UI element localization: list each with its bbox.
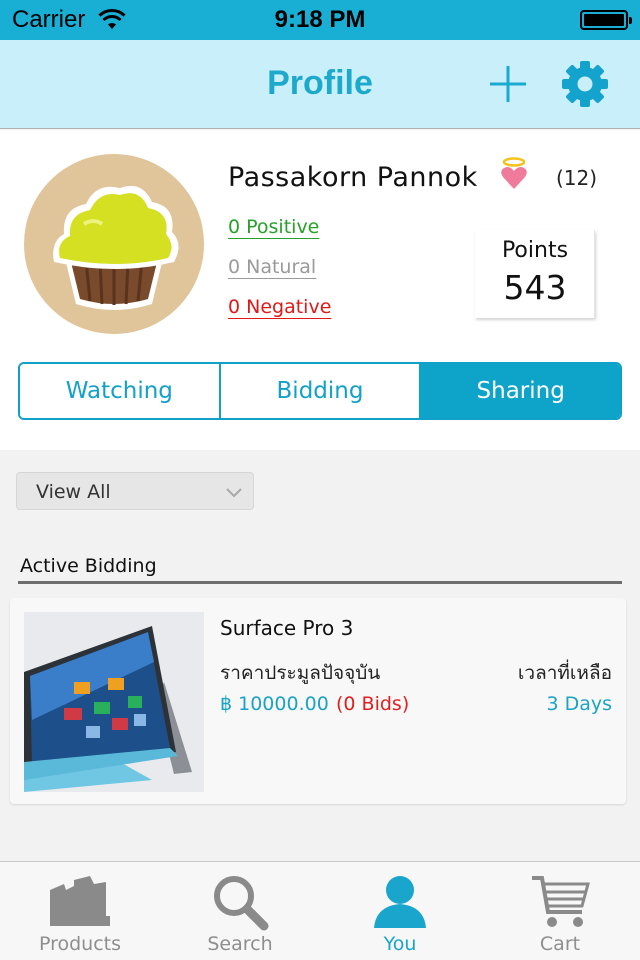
tab-label-search: Search <box>207 933 273 955</box>
user-icon <box>374 876 426 928</box>
time-left-label: เวลาที่เหลือ <box>517 662 612 684</box>
profile-panel: Passakorn Pannok (12) 0 Positive 0 Natur… <box>0 130 640 450</box>
chevron-down-icon <box>226 488 242 498</box>
segment-sharing[interactable]: Sharing <box>421 364 620 418</box>
battery-icon <box>580 10 632 30</box>
cart-icon <box>532 876 590 927</box>
bid-count: (0 Bids) <box>336 693 410 715</box>
negative-feedback-link[interactable]: 0 Negative <box>228 296 331 318</box>
cupcake-icon <box>53 185 179 310</box>
positive-feedback-link[interactable]: 0 Positive <box>228 216 319 238</box>
points-card: Points 543 <box>475 230 595 318</box>
section-title: Active Bidding <box>20 555 157 577</box>
clock: 9:18 PM <box>274 6 366 33</box>
plus-icon[interactable] <box>488 64 528 104</box>
tab-search[interactable]: Search <box>160 862 320 960</box>
filter-value: View All <box>36 481 111 503</box>
current-price-label: ราคาประมูลปัจจุบัน <box>220 662 381 684</box>
tab-label-you: You <box>383 933 417 955</box>
user-name: Passakorn Pannok <box>228 162 478 193</box>
tab-you[interactable]: You <box>320 862 480 960</box>
natural-feedback-link[interactable]: 0 Natural <box>228 256 316 278</box>
tab-cart[interactable]: Cart <box>480 862 640 960</box>
view-filter-select[interactable]: View All <box>16 472 254 510</box>
points-label: Points <box>501 238 569 263</box>
search-icon <box>214 876 269 931</box>
segment-bidding[interactable]: Bidding <box>220 364 422 418</box>
time-left: 3 Days <box>546 693 612 715</box>
list-item[interactable]: Surface Pro 3 ราคาประมูลปัจจุบัน เวลาที่… <box>10 598 626 804</box>
tab-label-products: Products <box>38 933 122 955</box>
product-image <box>24 612 204 792</box>
gear-icon[interactable] <box>561 60 609 108</box>
page-title: Profile <box>267 64 373 102</box>
status-bar: Carrier 9:18 PM <box>0 0 640 40</box>
tab-bar: Products Search You Cart <box>0 861 640 960</box>
avatar[interactable] <box>24 154 204 334</box>
item-title[interactable]: Surface Pro 3 <box>220 616 353 640</box>
products-icon <box>50 876 110 926</box>
segment-watching[interactable]: Watching <box>20 364 221 418</box>
points-value: 543 <box>503 268 567 307</box>
badge-count: (12) <box>556 166 598 190</box>
angel-heart-icon <box>501 157 527 189</box>
tab-label-cart: Cart <box>539 933 581 955</box>
segmented-control: Watching Bidding Sharing <box>18 362 622 420</box>
section-divider <box>18 581 622 584</box>
tab-products[interactable]: Products <box>0 862 160 960</box>
nav-bar: Profile <box>0 40 640 129</box>
current-price: ฿ 10000.00 <box>220 693 329 715</box>
